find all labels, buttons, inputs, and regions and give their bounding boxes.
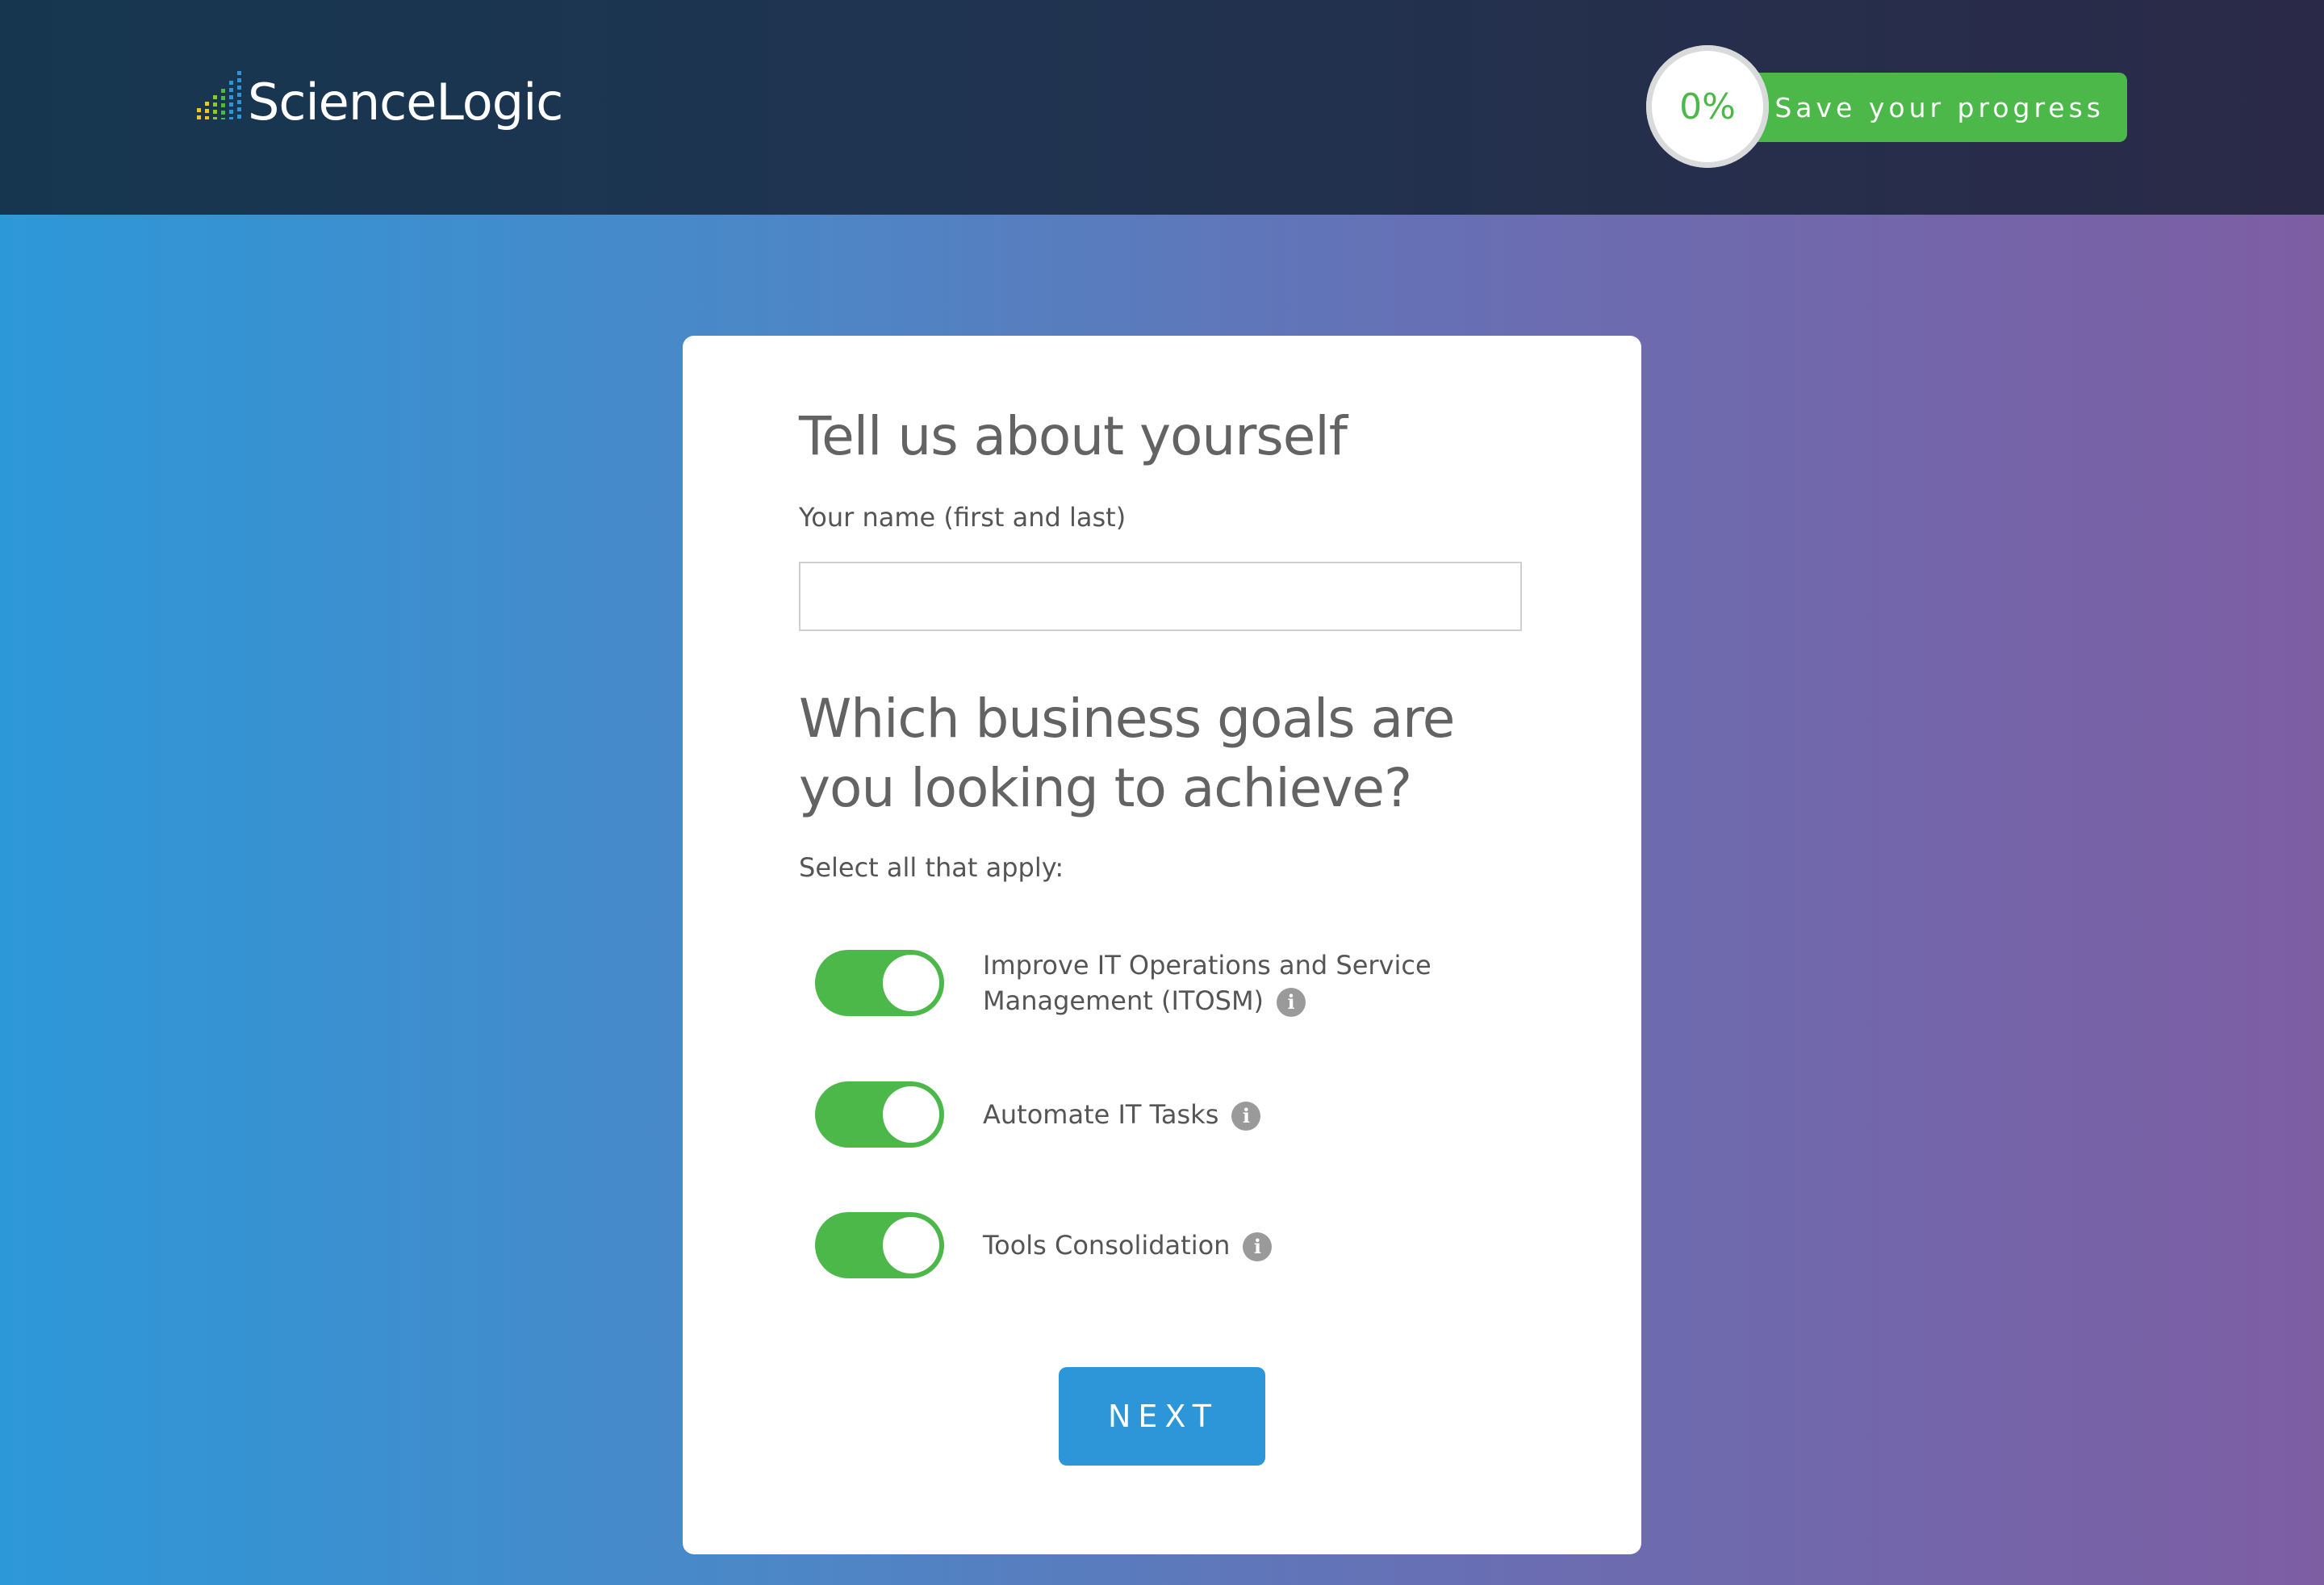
next-button[interactable]: NEXT <box>1059 1367 1265 1466</box>
goal-label-automate: Automate IT Tasks <box>983 1099 1219 1130</box>
form-card: Tell us about yourself Your name (first … <box>683 336 1641 1554</box>
toggle-knob <box>883 1086 939 1143</box>
info-icon[interactable]: i <box>1277 988 1306 1017</box>
name-label: Your name (first and last) <box>799 502 1126 533</box>
goal-label-tools: Tools Consolidation <box>983 1230 1231 1261</box>
save-progress-label: Save your progress <box>1774 91 2105 123</box>
goal-label-itosm: Improve IT Operations and Service Manage… <box>983 950 1432 1016</box>
select-hint: Select all that apply: <box>799 852 1064 883</box>
page-title: Tell us about yourself <box>799 405 1348 467</box>
info-icon[interactable]: i <box>1231 1102 1261 1131</box>
progress-percent-circle: 0% <box>1646 45 1769 168</box>
logo-bars-icon <box>197 71 241 119</box>
goal-row-automate: Automate IT Tasks i <box>815 1081 1435 1148</box>
goal-row-itosm: Improve IT Operations and Service Manage… <box>815 947 1435 1018</box>
sciencelogic-logo[interactable]: ScienceLogic <box>197 71 563 132</box>
goal-toggle-tools[interactable] <box>815 1212 944 1278</box>
toggle-knob <box>883 1217 939 1273</box>
save-progress-button[interactable]: Save your progress <box>1719 73 2127 142</box>
goal-toggle-itosm[interactable] <box>815 950 944 1016</box>
name-input[interactable] <box>799 562 1522 631</box>
progress-percent: 0% <box>1679 86 1736 128</box>
goal-row-tools: Tools Consolidation i <box>815 1212 1435 1278</box>
logo-text: ScienceLogic <box>248 73 563 132</box>
save-progress-widget[interactable]: Save your progress 0% <box>1646 45 2130 168</box>
toggle-knob <box>883 955 939 1011</box>
goal-toggle-automate[interactable] <box>815 1081 944 1148</box>
info-icon[interactable]: i <box>1243 1232 1273 1261</box>
top-header: ScienceLogic Save your progress 0% <box>0 0 2324 215</box>
goals-title: Which business goals are you looking to … <box>799 688 1455 819</box>
